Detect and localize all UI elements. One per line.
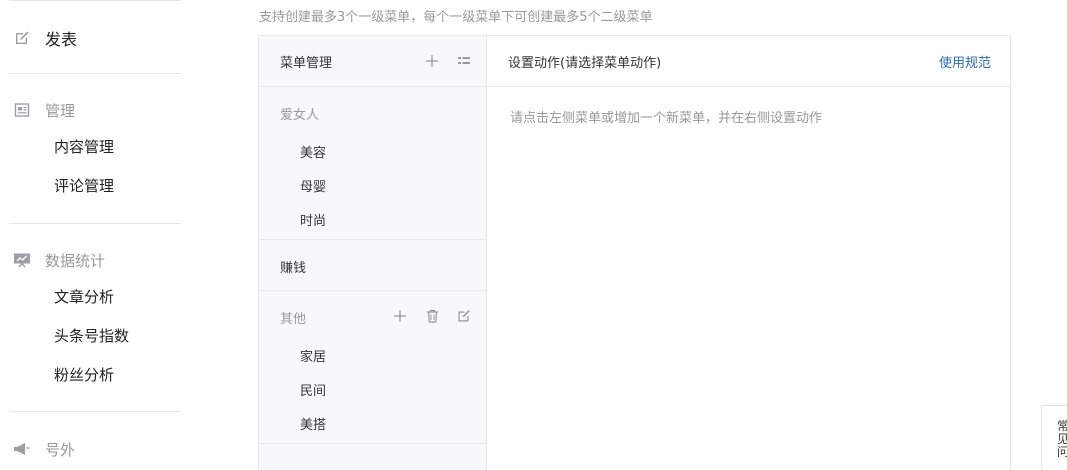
document-icon <box>13 101 31 119</box>
sidebar-divider <box>9 0 181 1</box>
edit-icon <box>458 310 470 322</box>
usage-rules-link[interactable]: 使用规范 <box>939 52 991 71</box>
menu-group-title[interactable]: 赚钱 <box>280 257 306 276</box>
menu-column-title: 菜单管理 <box>280 56 333 71</box>
menu-sub-item[interactable]: 民间 <box>300 380 326 399</box>
add-menu-button[interactable] <box>423 52 441 70</box>
menu-group-title[interactable]: 爱女人 <box>280 104 319 123</box>
sidebar-item-content-manage[interactable]: 内容管理 <box>54 136 114 158</box>
menu-sub-item[interactable]: 美容 <box>300 142 326 161</box>
presentation-icon <box>13 251 31 269</box>
sort-menu-button[interactable] <box>455 52 473 70</box>
sidebar-item-extra[interactable]: 号外 <box>13 437 75 461</box>
megaphone-icon <box>13 440 31 458</box>
sidebar-item-account-index[interactable]: 头条号指数 <box>54 325 129 347</box>
edit-menu-button[interactable] <box>455 307 473 325</box>
delete-menu-button[interactable] <box>423 307 441 325</box>
faq-float-tab-label: 常见问 <box>1057 419 1067 459</box>
menu-group: 爱女人 美容 母婴 时尚 <box>259 87 487 240</box>
sidebar-section-label: 数据统计 <box>45 251 106 270</box>
menu-sub-item[interactable]: 时尚 <box>300 210 326 229</box>
sidebar-item-label: 发表 <box>45 30 78 49</box>
faq-float-tab[interactable]: 常见问 <box>1041 405 1067 470</box>
sidebar-item-fans-analysis[interactable]: 粉丝分析 <box>54 364 114 386</box>
action-column: 设置动作(请选择菜单动作) 使用规范 请点击左侧菜单或增加一个新菜单，并在右侧设… <box>487 36 1011 470</box>
menu-sub-item[interactable]: 家居 <box>300 346 326 365</box>
menu-sub-item[interactable]: 母婴 <box>300 176 326 195</box>
sidebar-section-stats: 数据统计 <box>13 248 105 272</box>
menu-group: 其他 家居 民间 美搭 <box>259 291 487 444</box>
action-column-title: 设置动作(请选择菜单动作) <box>508 56 662 71</box>
trash-icon <box>426 309 438 323</box>
sidebar-divider <box>9 411 181 412</box>
sidebar-item-publish[interactable]: 发表 <box>13 26 77 50</box>
plus-icon <box>426 55 438 67</box>
edit-icon <box>13 29 31 47</box>
menu-limit-hint: 支持创建最多3个一级菜单，每个一级菜单下可创建最多5个二级菜单 <box>259 10 653 25</box>
sidebar-item-label: 号外 <box>45 440 76 459</box>
sidebar-item-article-analysis[interactable]: 文章分析 <box>54 286 114 308</box>
sidebar: 发表 管理 内容管理 评论管理 数据统计 文章分析 头条号指数 粉丝分析 号外 <box>0 0 182 470</box>
menu-column-header: 菜单管理 <box>259 36 487 87</box>
action-column-header: 设置动作(请选择菜单动作) 使用规范 <box>487 36 1011 87</box>
action-empty-hint: 请点击左侧菜单或增加一个新菜单，并在右侧设置动作 <box>510 111 823 126</box>
sidebar-divider <box>9 73 181 74</box>
sidebar-section-manage: 管理 <box>13 98 75 122</box>
plus-icon <box>394 310 406 322</box>
menu-editor-panel: 菜单管理 爱女人 美容 母婴 时尚 赚钱 其他 家居 民间 美搭 设置动作(请选… <box>258 35 1011 470</box>
add-sub-menu-button[interactable] <box>391 307 409 325</box>
menu-column: 菜单管理 爱女人 美容 母婴 时尚 赚钱 其他 家居 民间 美搭 <box>259 36 487 470</box>
list-sort-icon <box>458 57 470 64</box>
sidebar-section-label: 管理 <box>45 101 76 120</box>
sidebar-divider <box>9 223 181 224</box>
sidebar-item-comment-manage[interactable]: 评论管理 <box>54 175 114 197</box>
menu-group: 赚钱 <box>259 240 487 291</box>
menu-sub-item[interactable]: 美搭 <box>300 414 326 433</box>
menu-group-title[interactable]: 其他 <box>280 308 306 327</box>
